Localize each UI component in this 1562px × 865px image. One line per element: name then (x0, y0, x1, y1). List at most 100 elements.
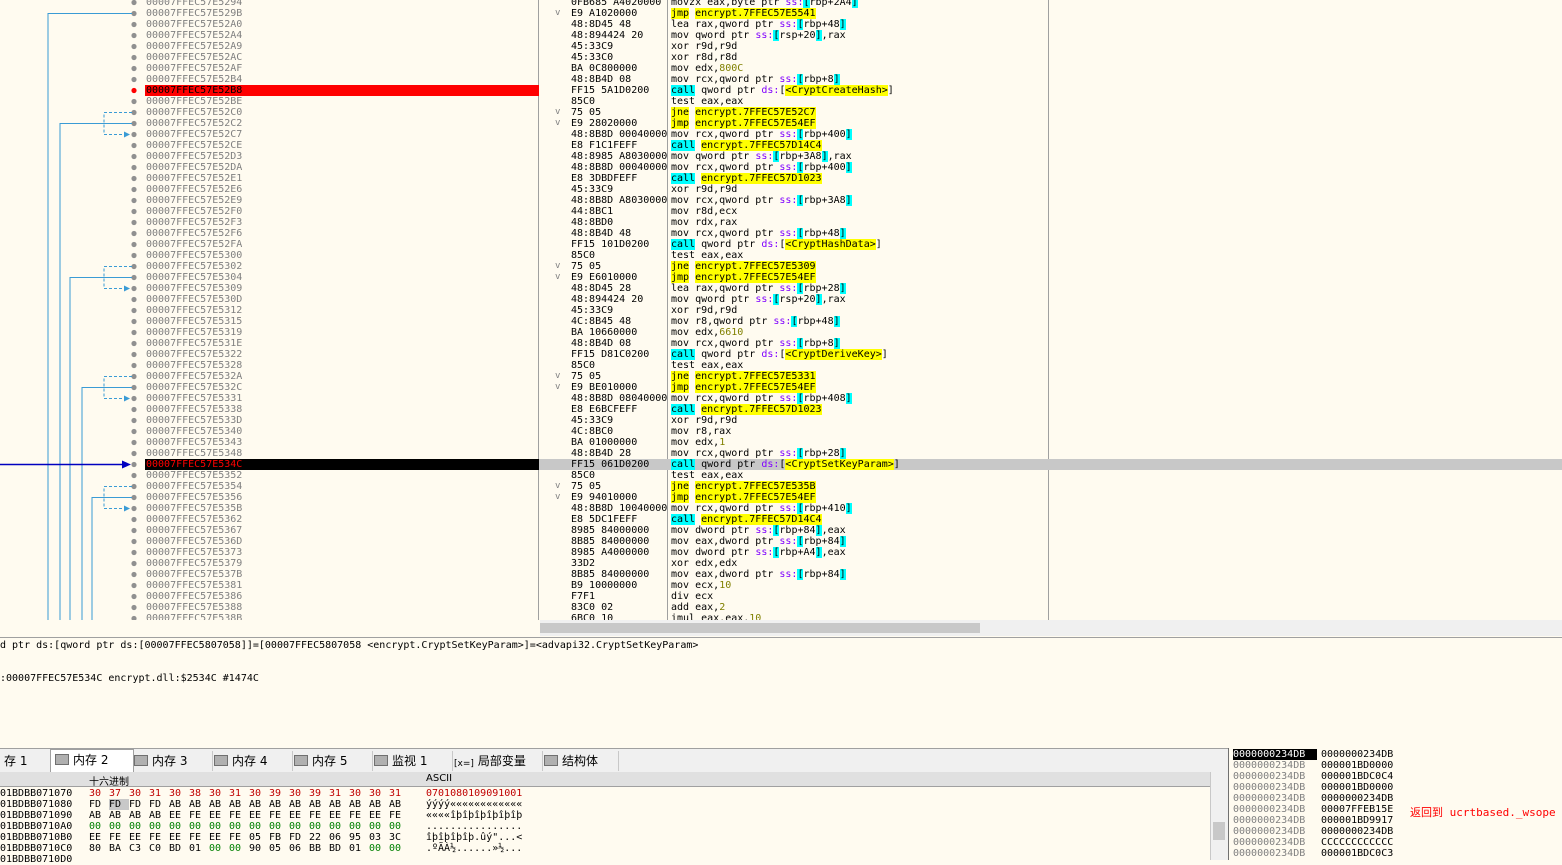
disasm-instruction[interactable]: call encrypt.7FFEC57D14C4 (671, 514, 1048, 525)
disasm-instruction[interactable]: mov rcx,qword ptr ss:[rbp+410] (671, 503, 1048, 514)
disasm-instruction[interactable]: mov dword ptr ss:[rbp+A4],eax (671, 547, 1048, 558)
disasm-address[interactable]: 00007FFEC57E52F3 (145, 217, 539, 228)
disasm-address[interactable]: 00007FFEC57E52AC (145, 52, 539, 63)
tab-3[interactable]: 内存 3 (130, 751, 213, 771)
scrollbar-thumb[interactable] (540, 623, 980, 633)
disasm-address[interactable]: 00007FFEC57E5300 (145, 250, 539, 261)
hex-byte[interactable]: 00 (229, 821, 249, 832)
disasm-instruction[interactable]: mov r8d,ecx (671, 206, 1048, 217)
disasm-address[interactable]: 00007FFEC57E5381 (145, 580, 539, 591)
hex-byte[interactable]: AB (109, 810, 129, 821)
disasm-address[interactable]: 00007FFEC57E52C0 (145, 107, 539, 118)
disasm-instruction[interactable]: mov qword ptr ss:[rbp+3A8],rax (671, 151, 1048, 162)
disasm-instruction[interactable]: div ecx (671, 591, 1048, 602)
hex-byte[interactable]: 00 (209, 821, 229, 832)
tab-2[interactable]: 内存 2 (50, 749, 134, 773)
hex-byte[interactable]: FD (89, 799, 109, 810)
disasm-instruction[interactable]: mov rcx,qword ptr ss:[rbp+28] (671, 448, 1048, 459)
hex-byte[interactable]: FE (189, 832, 209, 843)
stack-row[interactable]: 0000000234DB 0000000234DB (1229, 826, 1562, 837)
disasm-address[interactable]: 00007FFEC57E533D (145, 415, 539, 426)
hex-byte[interactable]: 00 (89, 821, 109, 832)
disasm-instruction[interactable]: mov edx,6610 (671, 327, 1048, 338)
disasm-instruction[interactable]: lea rax,qword ptr ss:[rbp+28] (671, 283, 1048, 294)
hex-byte[interactable]: 00 (209, 843, 229, 854)
dump-row[interactable]: 01BDBB071090 AB AB AB AB EE FE EE FE EE FE EE FE EE FE… (0, 810, 1210, 821)
disasm-instruction[interactable]: test eax,eax (671, 470, 1048, 481)
disasm-instruction[interactable]: call encrypt.7FFEC57D1023 (671, 404, 1048, 415)
hex-byte[interactable]: AB (329, 799, 349, 810)
disasm-address[interactable]: 00007FFEC57E52AF (145, 63, 539, 74)
disasm-address[interactable]: 00007FFEC57E5362 (145, 514, 539, 525)
disasm-address[interactable]: 00007FFEC57E532A (145, 371, 539, 382)
hex-byte[interactable]: 01 (189, 843, 209, 854)
disasm-address[interactable]: 00007FFEC57E5319 (145, 327, 539, 338)
hex-byte[interactable]: FE (149, 832, 169, 843)
disasm-address[interactable]: 00007FFEC57E529B (145, 8, 539, 19)
hex-byte[interactable]: FE (109, 832, 129, 843)
disasm-address[interactable]: 00007FFEC57E5304 (145, 272, 539, 283)
disasm-address[interactable]: 00007FFEC57E52B8 (145, 85, 539, 96)
hex-byte[interactable]: 00 (249, 821, 269, 832)
disasm-address[interactable]: 00007FFEC57E5338 (145, 404, 539, 415)
hex-byte[interactable]: 06 (329, 832, 349, 843)
disasm-instruction[interactable]: mov qword ptr ss:[rsp+20],rax (671, 30, 1048, 41)
hex-byte[interactable]: FE (189, 810, 209, 821)
scrollbar-thumb[interactable] (1213, 822, 1225, 840)
stack-row[interactable]: 0000000234DB 000001BDC0C4 (1229, 771, 1562, 782)
hex-byte[interactable]: AB (189, 799, 209, 810)
hex-byte[interactable]: BB (309, 843, 329, 854)
disasm-instruction[interactable]: mov rcx,qword ptr ss:[rbp+400] (671, 129, 1048, 140)
disasm-instruction[interactable]: jne encrypt.7FFEC57E5309 (671, 261, 1048, 272)
disasm-address[interactable]: 00007FFEC57E52E9 (145, 195, 539, 206)
hex-byte[interactable]: BD (329, 843, 349, 854)
hex-byte[interactable]: 00 (389, 821, 409, 832)
memory-dump-pane[interactable]: 十六进制 ASCII 01BDBB071070 30 37 30 31 30 38 30 31 3… (0, 772, 1228, 865)
disasm-instruction[interactable]: jmp encrypt.7FFEC57E5541 (671, 8, 1048, 19)
hex-byte[interactable]: FE (229, 810, 249, 821)
disasm-instruction[interactable]: mov eax,dword ptr ss:[rbp+84] (671, 536, 1048, 547)
disasm-instruction[interactable]: xor r9d,r9d (671, 41, 1048, 52)
hex-byte[interactable]: AB (229, 799, 249, 810)
hex-byte[interactable]: 80 (89, 843, 109, 854)
horizontal-scrollbar[interactable] (540, 620, 1562, 636)
hex-byte[interactable]: EE (209, 832, 229, 843)
hex-byte[interactable]: 30 (169, 788, 189, 799)
disasm-instruction[interactable]: mov rcx,qword ptr ss:[rbp+8] (671, 74, 1048, 85)
hex-byte[interactable]: 30 (349, 788, 369, 799)
hex-byte[interactable]: AB (309, 799, 329, 810)
hex-byte[interactable]: AB (349, 799, 369, 810)
disasm-address[interactable]: 00007FFEC57E52A4 (145, 30, 539, 41)
hex-byte[interactable]: 00 (389, 843, 409, 854)
hex-byte[interactable]: EE (169, 810, 189, 821)
hex-byte[interactable]: 00 (289, 821, 309, 832)
hex-byte[interactable]: 00 (229, 843, 249, 854)
disasm-address[interactable]: 00007FFEC57E52D3 (145, 151, 539, 162)
disasm-instruction[interactable]: mov eax,dword ptr ss:[rbp+84] (671, 569, 1048, 580)
hex-byte[interactable]: EE (329, 810, 349, 821)
tab-1[interactable]: 存 1 (0, 751, 53, 771)
hex-byte[interactable]: 31 (149, 788, 169, 799)
hex-byte[interactable]: 30 (289, 788, 309, 799)
hex-byte[interactable]: 3C (389, 832, 409, 843)
disasm-instruction[interactable]: call qword ptr ds:[<CryptDeriveKey>] (671, 349, 1048, 360)
hex-byte[interactable]: EE (249, 810, 269, 821)
hex-byte[interactable]: AB (249, 799, 269, 810)
hex-byte[interactable]: FD (129, 799, 149, 810)
hex-byte[interactable]: 90 (249, 843, 269, 854)
disasm-address[interactable]: 00007FFEC57E52A9 (145, 41, 539, 52)
hex-byte[interactable]: 00 (349, 821, 369, 832)
hex-byte[interactable]: 31 (229, 788, 249, 799)
hex-byte[interactable]: AB (389, 799, 409, 810)
disasm-instruction[interactable]: xor r9d,r9d (671, 305, 1048, 316)
disasm-instruction[interactable]: mov rcx,qword ptr ss:[rbp+400] (671, 162, 1048, 173)
disasm-instruction[interactable]: movzx eax,byte ptr ss:[rbp+2A4] (671, 0, 1048, 8)
disasm-instruction[interactable]: mov r8,rax (671, 426, 1048, 437)
hex-byte[interactable]: 95 (349, 832, 369, 843)
disasm-instruction[interactable]: jne encrypt.7FFEC57E535B (671, 481, 1048, 492)
disasm-address[interactable]: 00007FFEC57E5340 (145, 426, 539, 437)
disasm-address[interactable]: 00007FFEC57E52F6 (145, 228, 539, 239)
disasm-instruction[interactable]: xor r9d,r9d (671, 184, 1048, 195)
disasm-address[interactable]: 00007FFEC57E52BE (145, 96, 539, 107)
disasm-address[interactable]: 00007FFEC57E52DA (145, 162, 539, 173)
